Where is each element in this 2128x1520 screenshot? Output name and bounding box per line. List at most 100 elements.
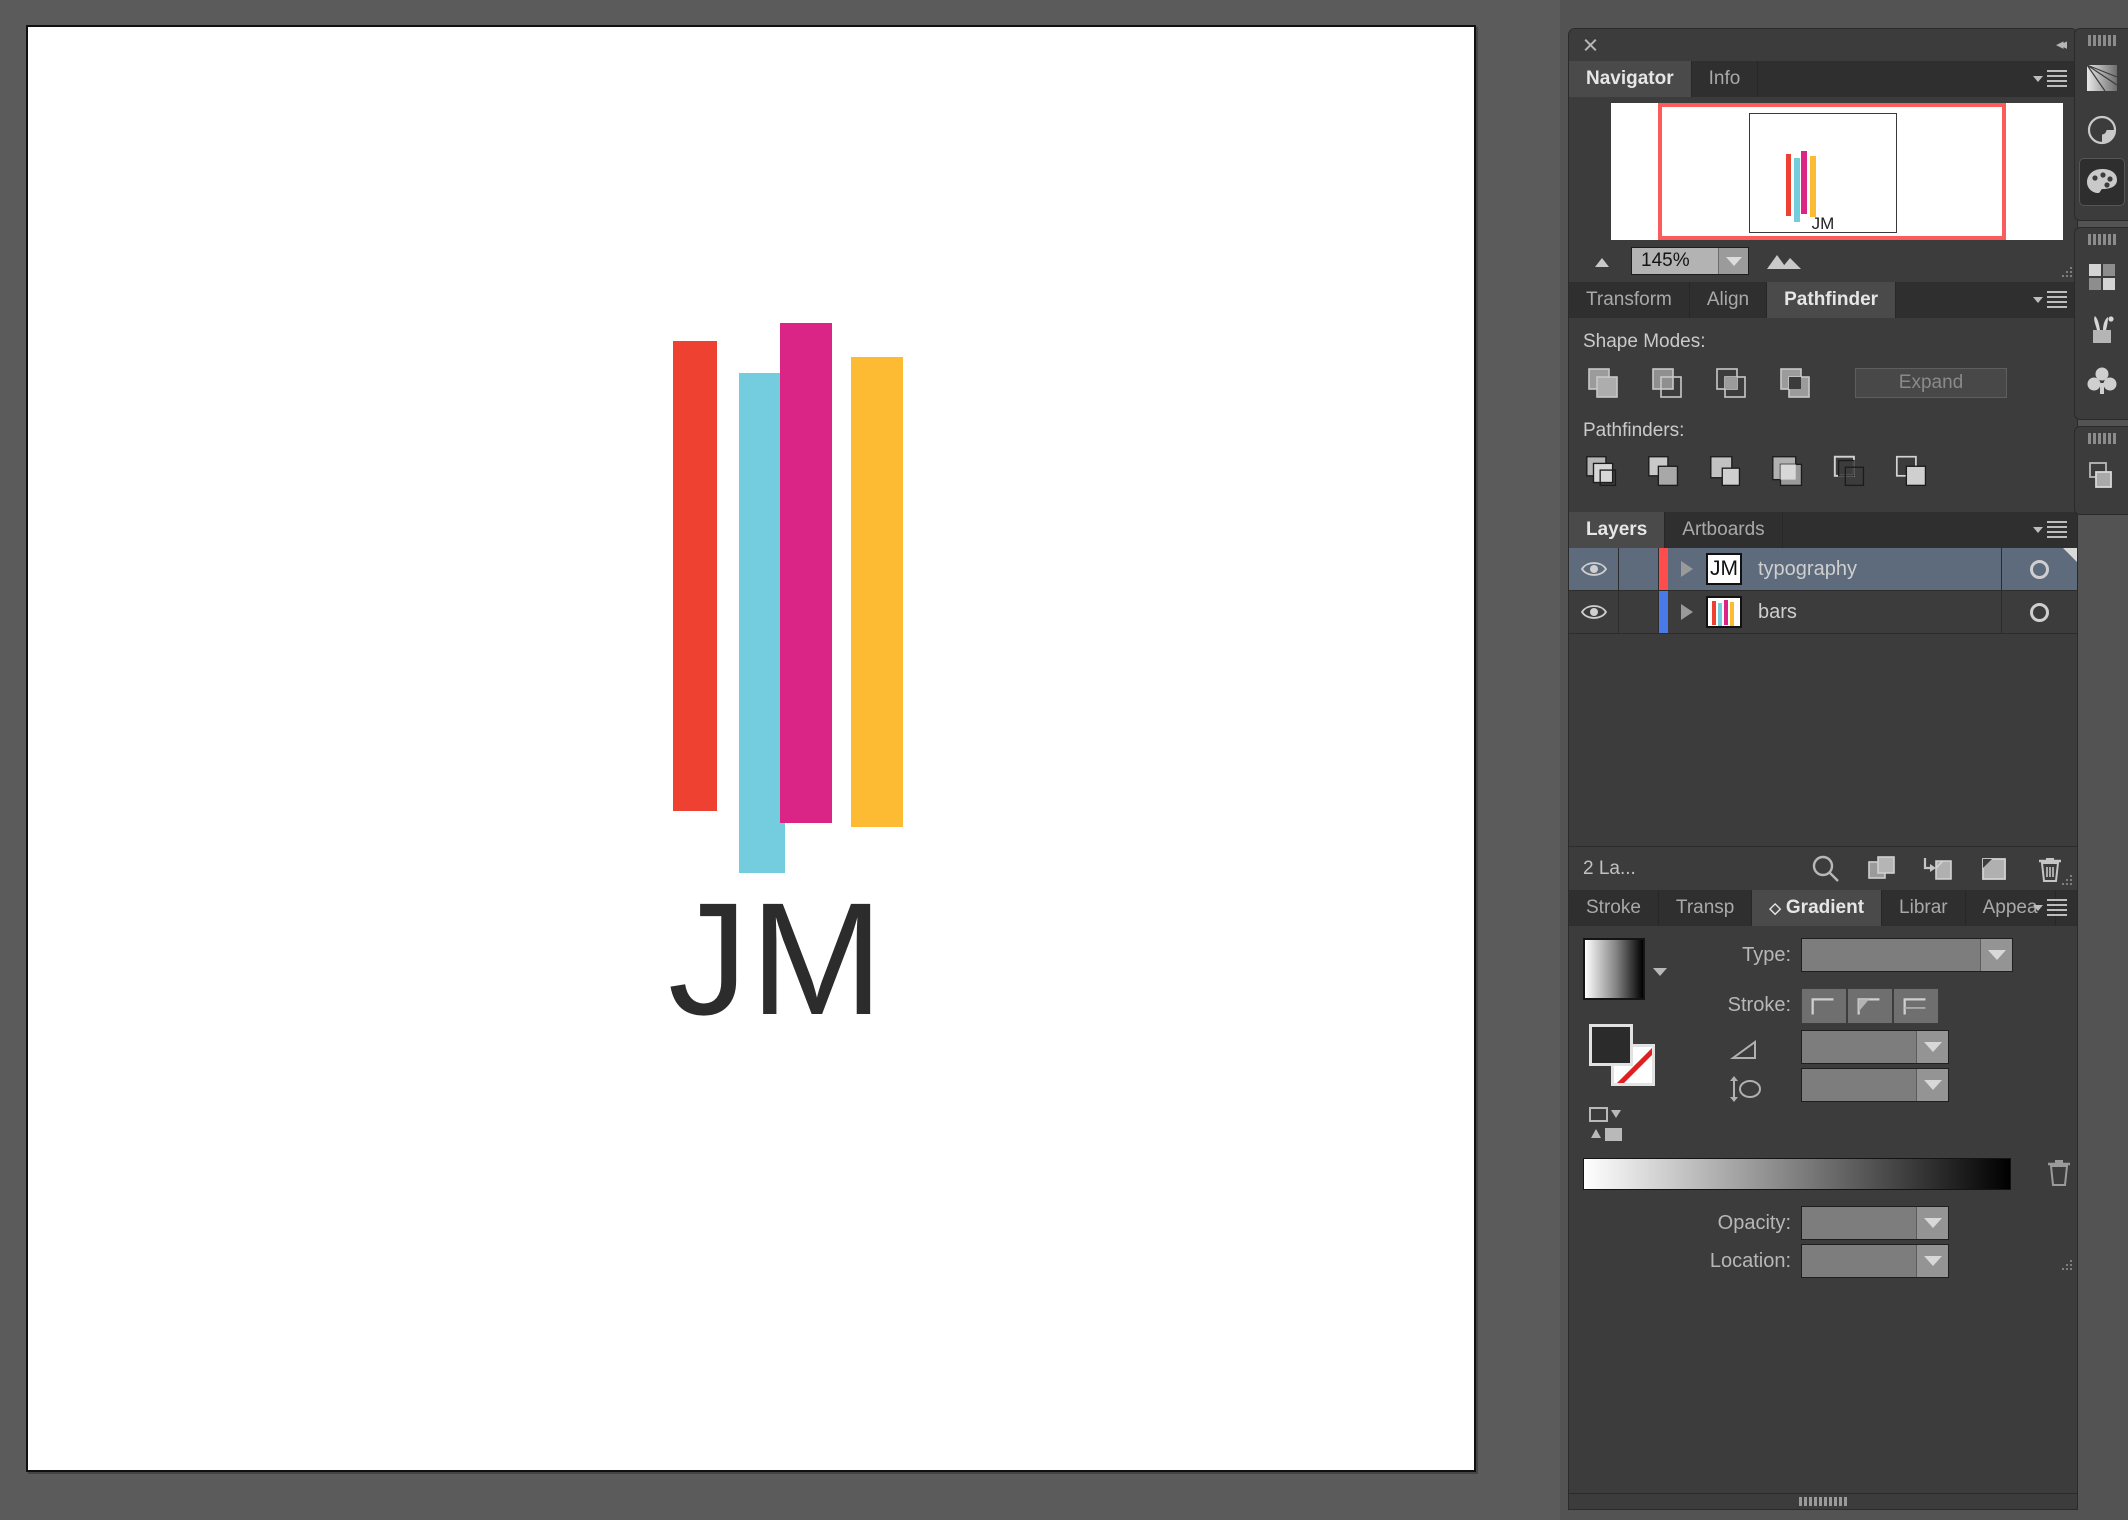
gradient-presets-dropdown-icon[interactable] <box>1653 968 1667 976</box>
color-panel-icon[interactable] <box>2078 158 2125 206</box>
gradient-stroke-label: Stroke: <box>1727 994 1791 1016</box>
gradient-slider[interactable] <box>1583 1158 2011 1190</box>
chevron-down-icon[interactable] <box>1916 1207 1948 1239</box>
layers-panel-menu-icon[interactable] <box>2033 521 2067 538</box>
resize-grip-icon[interactable] <box>2059 1258 2073 1272</box>
rail-drag-grip[interactable] <box>2075 433 2128 444</box>
expand-button[interactable]: Expand <box>1855 368 2007 398</box>
rail-drag-grip[interactable] <box>2075 35 2128 46</box>
chevron-down-icon[interactable] <box>1916 1245 1948 1277</box>
layer-target-indicator[interactable] <box>2001 591 2077 633</box>
gradient-body: Type: Stroke: Opacity: Location: <box>1569 926 2077 1278</box>
layer-expand-arrow-icon[interactable] <box>1668 591 1706 633</box>
brushes-icon[interactable] <box>2079 305 2125 353</box>
layer-visibility-eye-icon[interactable] <box>1569 548 1619 590</box>
tab-transparency[interactable]: Transp <box>1658 890 1753 926</box>
artwork-logo[interactable] <box>28 27 1474 1470</box>
gradient-panel-menu-icon[interactable] <box>2033 899 2067 916</box>
close-icon[interactable] <box>1582 37 1598 53</box>
zoom-dropdown-icon[interactable] <box>1718 248 1748 274</box>
create-sublayer-icon[interactable] <box>1921 852 1955 886</box>
layer-name[interactable]: typography <box>1742 558 2001 581</box>
layer-row[interactable]: bars <box>1569 591 2077 634</box>
layer-lock-toggle[interactable] <box>1619 591 1659 633</box>
logo-text[interactable]: JM <box>668 867 885 1051</box>
rail-drag-grip[interactable] <box>2075 234 2128 245</box>
resize-grip-icon[interactable] <box>2059 873 2073 887</box>
collapse-panel-icon[interactable]: ◂◂ <box>2056 37 2067 52</box>
chevron-down-icon[interactable] <box>1916 1069 1948 1101</box>
navigator-panel-menu-icon[interactable] <box>2033 70 2067 87</box>
navigator-thumbnail[interactable]: JM <box>1611 103 2063 240</box>
intersect-icon[interactable] <box>1711 363 1751 403</box>
gradient-type-select[interactable] <box>1801 938 2013 972</box>
merge-icon[interactable] <box>1707 452 1749 492</box>
layer-lock-toggle[interactable] <box>1619 548 1659 590</box>
layer-expand-arrow-icon[interactable] <box>1668 548 1706 590</box>
gradient-opacity-label: Opacity: <box>1717 1212 1791 1234</box>
apply-within-icon[interactable] <box>1801 988 1847 1024</box>
symbols-icon[interactable] <box>2079 357 2125 405</box>
bar-red[interactable] <box>673 341 717 811</box>
gradient-location-input[interactable] <box>1801 1244 1949 1278</box>
gradient-opacity-input[interactable] <box>1801 1206 1949 1240</box>
pathfinder-rail-icon[interactable] <box>2079 452 2125 500</box>
gradient-tab-marker-icon: ◇ <box>1769 900 1781 917</box>
gradient-angle-input[interactable] <box>1801 1030 1949 1064</box>
swap-fill-stroke-icon[interactable] <box>1587 1104 1637 1146</box>
tab-navigator[interactable]: Navigator <box>1569 61 1692 97</box>
bar-yellow[interactable] <box>851 357 903 827</box>
bar-cyan[interactable] <box>739 373 785 873</box>
tab-artboards[interactable]: Artboards <box>1665 512 1783 548</box>
canvas-area[interactable]: JM <box>0 0 1560 1520</box>
tab-pathfinder[interactable]: Pathfinder <box>1767 282 1897 318</box>
apply-along-icon[interactable] <box>1847 988 1893 1024</box>
gradient-stroke-options <box>1801 988 1939 1024</box>
panel-resize-grip[interactable] <box>1569 1493 2077 1509</box>
layers-list[interactable]: JM typography bars <box>1569 548 2077 846</box>
zoom-out-icon[interactable] <box>1587 251 1617 271</box>
artboard[interactable]: JM <box>26 25 1476 1472</box>
resize-grip-icon[interactable] <box>2059 265 2073 279</box>
tab-stroke[interactable]: Stroke <box>1569 890 1659 926</box>
fill-color-swatch[interactable] <box>1589 1024 1633 1066</box>
illustrator-window: JM ◂◂ Navigator Info JM 145% Transform A… <box>0 0 2128 1520</box>
make-clipping-mask-icon[interactable] <box>1865 852 1899 886</box>
gradient-fill-swatch[interactable] <box>1583 938 1645 1000</box>
layer-name[interactable]: bars <box>1742 601 2001 624</box>
tab-libraries[interactable]: Librar <box>1882 890 1966 926</box>
gradient-angle-value <box>1802 1031 1916 1063</box>
locate-object-icon[interactable] <box>1809 852 1843 886</box>
swatches-icon[interactable] <box>2079 253 2125 301</box>
minus-front-icon[interactable] <box>1647 363 1687 403</box>
chevron-down-icon[interactable] <box>1980 939 2012 971</box>
crop-icon[interactable] <box>1769 452 1811 492</box>
zoom-in-icon[interactable] <box>1763 249 1805 273</box>
layer-row[interactable]: JM typography <box>1569 548 2077 591</box>
navigator-body: JM 145% <box>1569 103 2077 282</box>
bar-magenta[interactable] <box>780 323 832 823</box>
unite-icon[interactable] <box>1583 363 1623 403</box>
pathfinder-panel-menu-icon[interactable] <box>2033 291 2067 308</box>
create-new-layer-icon[interactable] <box>1977 852 2011 886</box>
tab-gradient[interactable]: ◇ Gradient <box>1752 890 1883 926</box>
exclude-icon[interactable] <box>1775 363 1815 403</box>
chevron-down-icon[interactable] <box>1916 1031 1948 1063</box>
gradient-aspect-input[interactable] <box>1801 1068 1949 1102</box>
zoom-input[interactable]: 145% <box>1631 247 1749 275</box>
tab-align[interactable]: Align <box>1689 282 1768 318</box>
tab-info[interactable]: Info <box>1691 61 1759 97</box>
tab-transform[interactable]: Transform <box>1569 282 1690 318</box>
outline-icon[interactable] <box>1831 452 1873 492</box>
apply-across-icon[interactable] <box>1893 988 1939 1024</box>
layer-visibility-eye-icon[interactable] <box>1569 591 1619 633</box>
trim-icon[interactable] <box>1645 452 1687 492</box>
tab-layers[interactable]: Layers <box>1569 512 1666 548</box>
gradient-panel-icon[interactable] <box>2079 54 2125 102</box>
color-guide-icon[interactable] <box>2079 106 2125 154</box>
layer-color-swatch <box>1659 548 1668 590</box>
minus-back-icon[interactable] <box>1893 452 1935 492</box>
delete-gradient-stop-icon[interactable] <box>2043 1156 2075 1190</box>
navigator-tabstrip: Navigator Info <box>1569 61 2077 97</box>
divide-icon[interactable] <box>1583 452 1625 492</box>
